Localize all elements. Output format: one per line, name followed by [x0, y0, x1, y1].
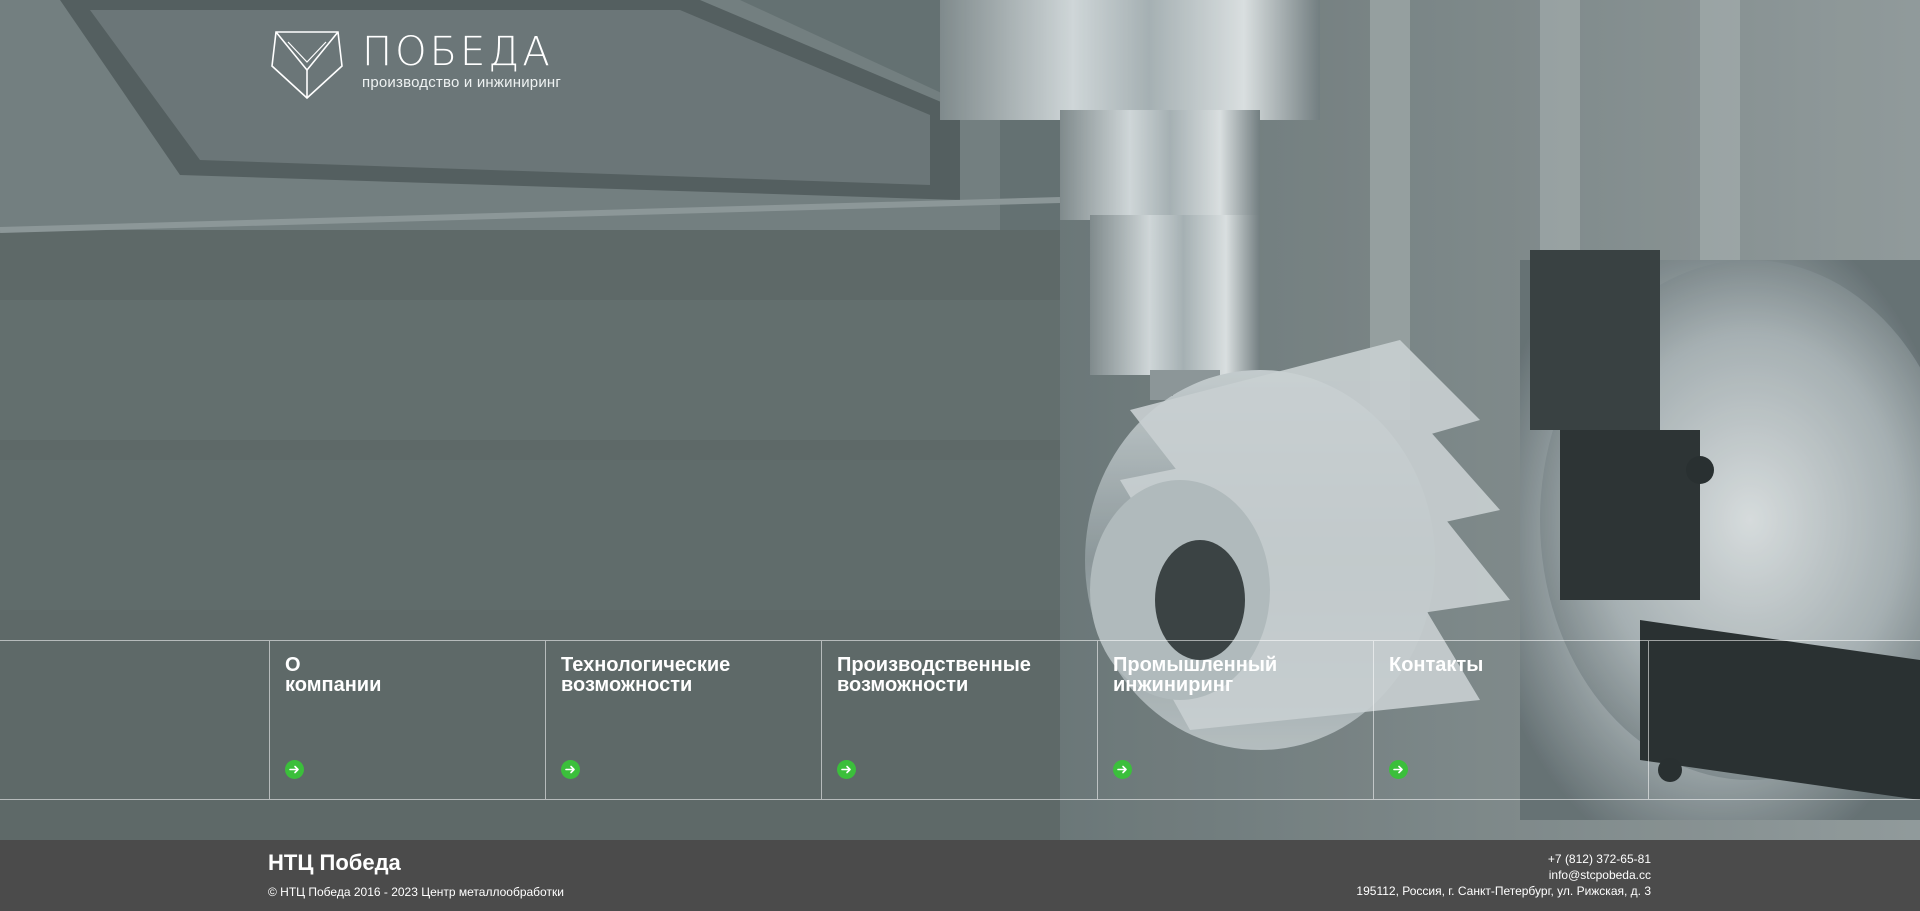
- arrow-right-icon[interactable]: [1113, 760, 1132, 779]
- footer-phone-link[interactable]: +7 (812) 372-65-81: [1548, 852, 1651, 866]
- arrow-right-icon[interactable]: [561, 760, 580, 779]
- nav-item-label: Контакты: [1389, 654, 1484, 676]
- nav-item-label: Промышленный инжиниринг: [1113, 654, 1278, 696]
- arrow-right-icon[interactable]: [285, 760, 304, 779]
- footer-company-name: НТЦ Победа: [268, 850, 401, 875]
- arrow-right-icon[interactable]: [1389, 760, 1408, 779]
- logo-text: ПОБЕДА производство и инжиниринг: [362, 32, 561, 91]
- footer-email-link[interactable]: info@stcpobeda.cc: [1549, 868, 1651, 882]
- footer-contacts: +7 (812) 372-65-81 info@stcpobeda.cc 195…: [1356, 851, 1651, 899]
- nav-item-contacts[interactable]: Контакты: [1373, 641, 1649, 799]
- footer-address: 195112, Россия, г. Санкт-Петербург, ул. …: [1356, 884, 1651, 898]
- nav-item-industrial-engineering[interactable]: Промышленный инжиниринг: [1097, 641, 1373, 799]
- main-nav: О компании Технологические возможности П…: [0, 640, 1920, 800]
- hero-section: ПОБЕДА производство и инжиниринг О компа…: [0, 0, 1920, 840]
- logo-name: ПОБЕДА: [362, 29, 553, 75]
- nav-item-about[interactable]: О компании: [269, 641, 545, 799]
- nav-item-label: Производственные возможности: [837, 654, 1031, 696]
- nav-item-label: О компании: [285, 654, 382, 696]
- logo-tagline: производство и инжиниринг: [362, 74, 562, 91]
- arrow-right-icon[interactable]: [837, 760, 856, 779]
- nav-item-production-capabilities[interactable]: Производственные возможности: [821, 641, 1097, 799]
- site-footer: НТЦ Победа © НТЦ Победа 2016 - 2023 Цент…: [0, 840, 1920, 911]
- shield-logo-icon: [271, 31, 343, 100]
- nav-item-label: Технологические возможности: [561, 654, 731, 696]
- brand-logo[interactable]: ПОБЕДА производство и инжиниринг: [268, 26, 561, 102]
- nav-item-tech-capabilities[interactable]: Технологические возможности: [545, 641, 821, 799]
- footer-copyright: © НТЦ Победа 2016 - 2023 Центр металлооб…: [268, 885, 564, 899]
